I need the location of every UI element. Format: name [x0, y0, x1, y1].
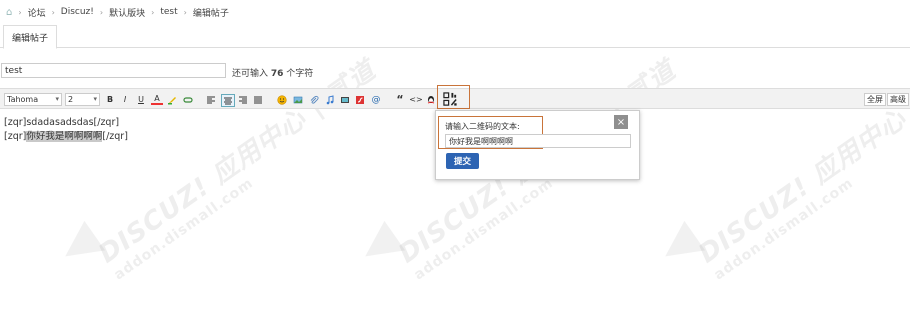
- justify-icon[interactable]: [252, 94, 264, 105]
- font-color-button[interactable]: A: [151, 94, 163, 105]
- tab-divider: [0, 47, 910, 48]
- watermark: DISCUZ! 应用中心 | 贰道 addon.dismall.com: [693, 92, 910, 284]
- close-icon[interactable]: ×: [614, 115, 628, 129]
- submit-button[interactable]: 提交: [446, 153, 479, 169]
- chevron-right-icon: ›: [151, 7, 155, 17]
- breadcrumb-item-site[interactable]: Discuz!: [61, 7, 94, 17]
- editor-content[interactable]: [zqr]sdadasadsdas[/zqr] [zqr]你好我是啊啊啊啊[/z…: [4, 116, 128, 144]
- italic-button[interactable]: I: [119, 94, 131, 105]
- chevron-down-icon: ▾: [93, 95, 97, 103]
- chevron-right-icon: ›: [99, 7, 104, 17]
- content-line: [zqr]sdadasadsdas[/zqr]: [4, 117, 120, 128]
- qrcode-text-input[interactable]: [445, 134, 631, 148]
- flash-icon[interactable]: [354, 94, 366, 105]
- breadcrumb-item-thread[interactable]: test: [160, 7, 177, 17]
- selected-text: 你好我是啊啊啊啊: [26, 131, 103, 142]
- chevron-right-icon: ›: [51, 7, 55, 17]
- qrcode-highlight-frame: [437, 85, 470, 109]
- qrcode-text-label: 请输入二维码的文本:: [445, 122, 520, 131]
- bold-button[interactable]: B: [104, 94, 116, 105]
- fullscreen-button[interactable]: 全屏: [864, 93, 886, 106]
- attachment-icon[interactable]: [308, 94, 320, 105]
- font-size-select[interactable]: 2 ▾: [65, 93, 100, 106]
- tab-edit-post[interactable]: 编辑帖子: [3, 25, 57, 49]
- align-right-icon[interactable]: [237, 94, 249, 105]
- link-icon[interactable]: [182, 94, 194, 105]
- advanced-button[interactable]: 高级: [887, 93, 909, 106]
- underline-button[interactable]: U: [135, 94, 147, 105]
- breadcrumb-item-current: 编辑帖子: [192, 8, 229, 19]
- qq-icon[interactable]: [425, 94, 437, 105]
- breadcrumb: ⌂ › 论坛 › Discuz! › 默认版块 › test › 编辑帖子: [6, 6, 229, 19]
- subject-input[interactable]: [1, 63, 226, 78]
- chevron-right-icon: ›: [183, 7, 187, 17]
- smiley-icon[interactable]: [276, 94, 288, 105]
- chevron-right-icon: ›: [18, 7, 22, 17]
- align-left-icon[interactable]: [205, 94, 217, 105]
- at-icon[interactable]: @: [370, 94, 382, 105]
- font-family-select[interactable]: Tahoma ▾: [4, 93, 62, 106]
- breadcrumb-item-forum[interactable]: 论坛: [28, 6, 46, 19]
- align-center-icon[interactable]: [221, 94, 235, 107]
- char-count-hint: 还可输入 76 个字符: [232, 69, 314, 79]
- video-icon[interactable]: [339, 94, 351, 105]
- chevron-down-icon: ▾: [55, 95, 59, 103]
- highlight-icon[interactable]: [166, 94, 178, 105]
- home-icon[interactable]: ⌂: [6, 7, 12, 18]
- watermark: DISCUZ! 应用中心 | 贰道 addon.dismall.com: [93, 55, 382, 284]
- code-button[interactable]: <>: [409, 94, 422, 105]
- content-line: [zqr]你好我是啊啊啊啊[/zqr]: [4, 131, 128, 142]
- char-count: 76: [270, 69, 284, 79]
- image-icon[interactable]: [292, 94, 304, 105]
- music-icon[interactable]: [324, 94, 336, 105]
- breadcrumb-item-section[interactable]: 默认版块: [109, 6, 145, 19]
- quote-button[interactable]: “: [394, 93, 406, 106]
